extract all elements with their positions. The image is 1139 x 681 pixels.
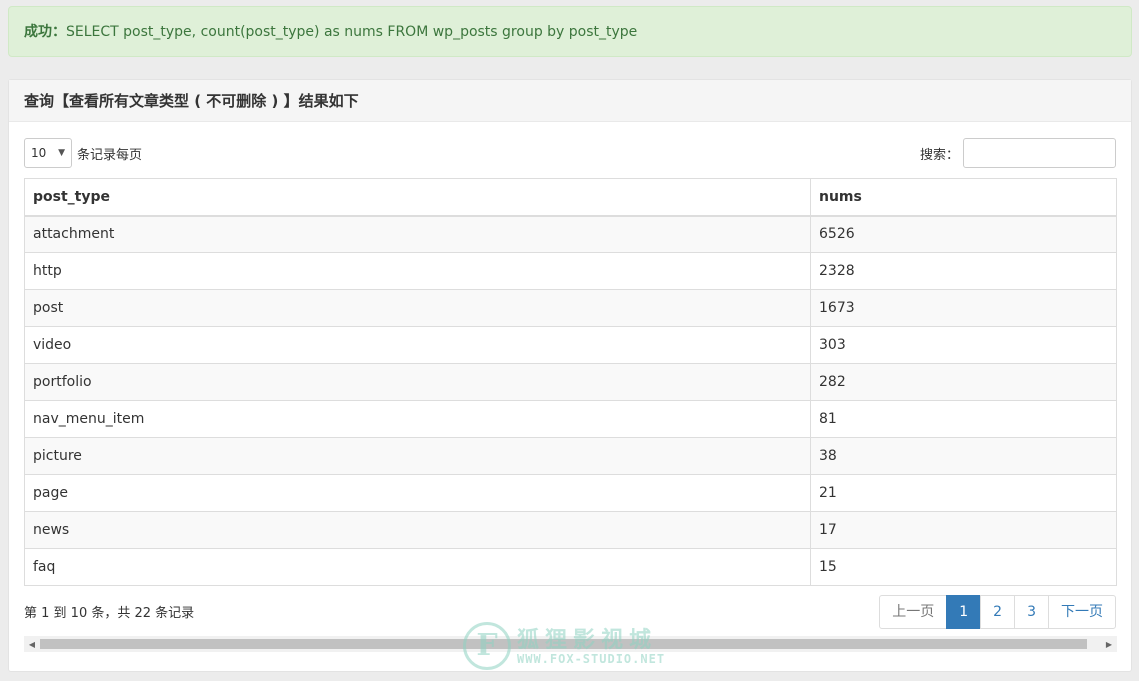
cell-nums: 6526 [810,215,1117,253]
scroll-left-icon[interactable]: ◀ [24,640,40,649]
page-length-select[interactable]: 10 ▼ [24,138,72,168]
pagination: 上一页 1 2 3 下一页 [879,595,1116,629]
cell-nums: 1673 [810,289,1117,327]
table-row: news 17 [24,511,1117,549]
column-header-nums[interactable]: nums [810,178,1117,217]
cell-nums: 282 [810,363,1117,401]
page-button-1[interactable]: 1 [946,595,982,629]
search-label: 搜索： [919,147,959,163]
table-row: post 1673 [24,289,1117,327]
table-row: attachment 6526 [24,215,1117,253]
watermark-cn-text: 狐狸影视城 [517,628,658,653]
next-page-button[interactable]: 下一页 [1048,595,1116,629]
cell-post-type: video [24,326,811,364]
cell-nums: 81 [810,400,1117,438]
table-row: page 21 [24,474,1117,512]
page-length-label: 条记录每页 [77,147,143,163]
watermark-circle-icon: F [463,622,511,670]
cell-post-type: nav_menu_item [24,400,811,438]
cell-post-type: http [24,252,811,290]
table-row: nav_menu_item 81 [24,400,1117,438]
cell-nums: 17 [810,511,1117,549]
cell-post-type: picture [24,437,811,475]
page-button-3[interactable]: 3 [1014,595,1049,629]
column-header-post-type[interactable]: post_type [24,178,811,217]
table-controls: 10 ▼ 条记录每页 搜索： [9,122,1131,179]
search-box: 搜索： [920,138,1116,168]
table-row: video 303 [24,326,1117,364]
watermark-logo: F 狐狸影视城 WWW.FOX-STUDIO.NET [463,620,673,672]
page-length: 10 ▼ 条记录每页 [24,138,142,168]
table-header-row: post_type nums [24,178,1117,217]
success-alert: 成功：SELECT post_type, count(post_type) as… [8,6,1132,57]
results-table: post_type nums attachment 6526 http 2328 p… [24,178,1117,586]
cell-post-type: portfolio [24,363,811,401]
table-info: 第 1 到 10 条，共 22 条记录 [24,606,195,621]
panel-title: 查询【查看所有文章类型 ( 不可删除 ) 】结果如下 [9,80,1131,122]
alert-message: SELECT post_type, count(post_type) as nu… [66,24,638,40]
cell-post-type: page [24,474,811,512]
table-row: faq 15 [24,548,1117,586]
cell-nums: 38 [810,437,1117,475]
cell-nums: 303 [810,326,1117,364]
prev-page-button[interactable]: 上一页 [879,595,948,629]
scroll-right-icon[interactable]: ▶ [1101,640,1117,649]
cell-post-type: attachment [24,215,811,253]
cell-nums: 21 [810,474,1117,512]
cell-post-type: news [24,511,811,549]
cell-nums: 2328 [810,252,1117,290]
watermark-en-text: WWW.FOX-STUDIO.NET [517,652,666,666]
cell-nums: 15 [810,548,1117,586]
page-button-2[interactable]: 2 [980,595,1016,629]
alert-label: 成功： [24,24,66,40]
chevron-down-icon: ▼ [58,148,65,158]
cell-post-type: faq [24,548,811,586]
page-length-value: 10 [31,146,47,160]
table-row: portfolio 282 [24,363,1117,401]
search-input[interactable] [963,138,1116,168]
table-row: picture 38 [24,437,1117,475]
cell-post-type: post [24,289,811,327]
table-row: http 2328 [24,252,1117,290]
results-panel: 查询【查看所有文章类型 ( 不可删除 ) 】结果如下 10 ▼ 条记录每页 搜索… [8,79,1132,672]
